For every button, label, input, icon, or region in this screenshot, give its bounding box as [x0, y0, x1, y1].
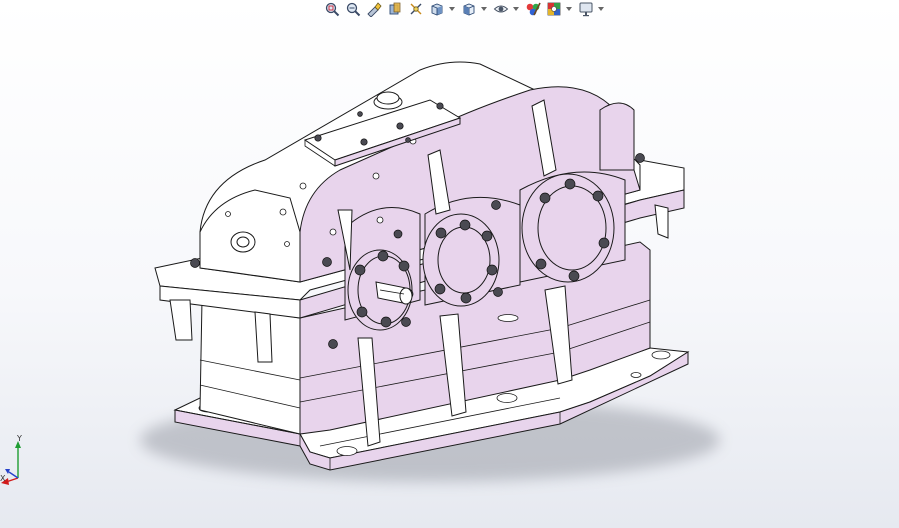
- reference-triad: Y X: [0, 434, 22, 485]
- graphics-area[interactable]: Y X: [0, 0, 899, 528]
- triad-x-label: X: [0, 474, 6, 483]
- bearing-cap-input: [347, 249, 414, 331]
- triad-y-label: Y: [16, 434, 22, 443]
- gearbox-assembly-model[interactable]: [0, 0, 899, 528]
- bearing-cap-intermediate: [422, 213, 500, 307]
- z-axis: [8, 471, 19, 479]
- bearing-cap-output: [521, 173, 615, 283]
